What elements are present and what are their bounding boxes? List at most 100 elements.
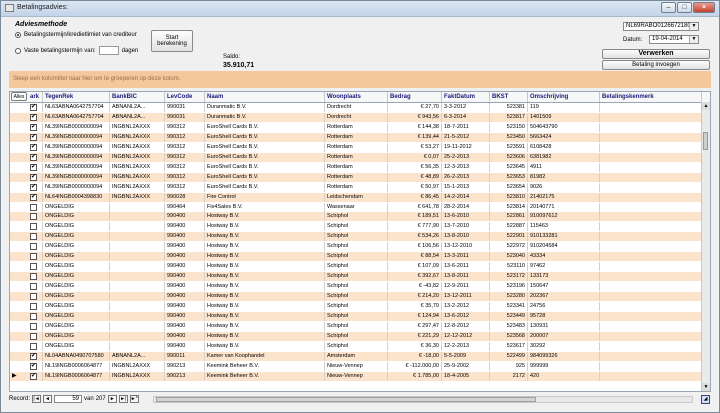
cell-lev[interactable]: 990312 [165, 172, 205, 182]
cell-bic[interactable]: INGBNL2AXXX [110, 172, 165, 182]
mark-checkbox[interactable] [30, 312, 37, 320]
cell-naam[interactable]: EuroShell Cards B.V. [205, 122, 325, 132]
start-berekening-button[interactable]: Start berekening [151, 30, 193, 52]
cell-bedrag[interactable]: € 53,27 [388, 142, 442, 152]
cell-naam[interactable]: Hostway B.V. [205, 232, 325, 242]
cell-tegenrek[interactable]: NL39INGB0000000094 [43, 142, 110, 152]
cell-tegenrek[interactable]: ONGELDIG [43, 222, 110, 232]
cell-kenmerk[interactable] [600, 112, 702, 122]
cell-datum[interactable]: 12-3-2013 [442, 162, 490, 172]
cell-bedrag[interactable]: € 777,90 [388, 222, 442, 232]
cell-omschr[interactable]: 115463 [528, 222, 600, 232]
table-row[interactable]: ✔ NL39INGB0000000094 INGBNL2AXXX 990312 Euro… [10, 182, 702, 192]
cell-plaats[interactable]: Wassenaar [325, 202, 388, 212]
cell-bic[interactable] [110, 252, 165, 262]
betaling-invoegen-button[interactable]: Betaling invoegen [602, 60, 710, 70]
cell-tegenrek[interactable]: NL63ABNA0642757704 [43, 112, 110, 122]
cell-bedrag[interactable]: € 86,45 [388, 192, 442, 202]
cell-bkst[interactable]: 523617 [490, 341, 528, 351]
cell-datum[interactable]: 18-4-2005 [442, 371, 490, 381]
column-header-levcode[interactable]: LevCode [165, 92, 205, 102]
cell-naam[interactable]: Hostway B.V. [205, 212, 325, 222]
table-row[interactable]: ONGELDIG 990400 Hostway B.V. Schiphol € 534,… [10, 232, 702, 242]
cell-omschr[interactable]: 130931 [528, 321, 600, 331]
cell-plaats[interactable]: Schiphol [325, 262, 388, 272]
cell-omschr[interactable]: 6381982 [528, 152, 600, 162]
cell-bic[interactable] [110, 341, 165, 351]
cell-plaats[interactable]: Schiphol [325, 321, 388, 331]
cell-bic[interactable]: INGBNL2AXXX [110, 182, 165, 192]
cell-bkst[interactable]: 523483 [490, 321, 528, 331]
column-header-faktdatum[interactable]: FaktDatum [442, 92, 490, 102]
cell-lev[interactable]: 990213 [165, 371, 205, 381]
mark-checkbox[interactable]: ✔ [30, 193, 37, 201]
last-record-button[interactable]: ►| [118, 395, 128, 403]
cell-bedrag[interactable]: € 392,67 [388, 272, 442, 282]
cell-datum[interactable]: 13-3-2011 [442, 252, 490, 262]
mark-checkbox[interactable]: ✔ [30, 362, 37, 370]
cell-omschr[interactable]: 420 [528, 371, 600, 381]
mark-checkbox[interactable]: ✔ [30, 372, 37, 380]
cell-naam[interactable]: Hostway B.V. [205, 331, 325, 341]
cell-bkst[interactable]: 523450 [490, 132, 528, 142]
cell-kenmerk[interactable] [600, 321, 702, 331]
cell-naam[interactable]: Hostway B.V. [205, 242, 325, 252]
cell-bedrag[interactable]: € 27,70 [388, 103, 442, 112]
cell-bic[interactable]: INGBNL2AXXX [110, 192, 165, 202]
cell-tegenrek[interactable]: NL39INGB0000000094 [43, 132, 110, 142]
radio-option-termijn[interactable]: Betalingstermijn/kredietlimiet van credi… [15, 32, 137, 38]
prev-record-button[interactable]: ◄ [43, 395, 53, 403]
column-header-bankbic[interactable]: BankBIC [110, 92, 165, 102]
cell-naam[interactable]: EuroShell Cards B.V. [205, 172, 325, 182]
cell-tegenrek[interactable]: ONGELDIG [43, 262, 110, 272]
cell-lev[interactable]: 990400 [165, 331, 205, 341]
cell-tegenrek[interactable]: ONGELDIG [43, 282, 110, 292]
cell-naam[interactable]: Hostway B.V. [205, 302, 325, 311]
cell-bedrag[interactable]: € 106,56 [388, 242, 442, 252]
column-header-bedrag[interactable]: Bedrag [388, 92, 442, 102]
cell-bkst[interactable]: 523591 [490, 142, 528, 152]
cell-tegenrek[interactable]: ONGELDIG [43, 321, 110, 331]
cell-plaats[interactable]: Schiphol [325, 232, 388, 242]
table-row[interactable]: ✔ NL39INGB0000000094 INGBNL2AXXX 990312 Euro… [10, 152, 702, 162]
table-row[interactable]: ONGELDIG 990400 Hostway B.V. Schiphol € 777,… [10, 222, 702, 232]
table-row[interactable]: ONGELDIG 990400 Hostway B.V. Schiphol € 214,… [10, 292, 702, 302]
cell-bic[interactable] [110, 302, 165, 311]
current-record-input[interactable]: 59 [54, 395, 83, 403]
cell-bic[interactable]: INGBNL2AXXX [110, 371, 165, 381]
mark-checkbox[interactable] [30, 303, 37, 310]
column-header-naam[interactable]: Naam [205, 92, 325, 102]
cell-naam[interactable]: Hostway B.V. [205, 282, 325, 292]
cell-plaats[interactable]: Schiphol [325, 302, 388, 311]
cell-kenmerk[interactable] [600, 272, 702, 282]
cell-bkst[interactable]: 523653 [490, 172, 528, 182]
cell-omschr[interactable]: 504643790 [528, 122, 600, 132]
table-row[interactable]: ONGELDIG 990400 Hostway B.V. Schiphol € 106,… [10, 242, 702, 252]
cell-bedrag[interactable]: € 144,38 [388, 122, 442, 132]
cell-omschr[interactable]: 24756 [528, 302, 600, 311]
cell-datum[interactable]: 12-8-2012 [442, 321, 490, 331]
cell-lev[interactable]: 990464 [165, 202, 205, 212]
new-record-button[interactable]: ►* [129, 395, 139, 403]
cell-lev[interactable]: 990400 [165, 212, 205, 222]
mark-checkbox[interactable] [30, 283, 37, 291]
cell-bkst[interactable]: 523110 [490, 262, 528, 272]
cell-bkst[interactable]: 523150 [490, 122, 528, 132]
cell-kenmerk[interactable] [600, 302, 702, 311]
cell-bic[interactable]: INGBNL2AXXX [110, 142, 165, 152]
cell-bkst[interactable]: 523040 [490, 252, 528, 262]
cell-lev[interactable]: 990400 [165, 282, 205, 292]
cell-bedrag[interactable]: € 139,44 [388, 132, 442, 142]
cell-tegenrek[interactable]: ONGELDIG [43, 331, 110, 341]
minimize-button[interactable]: – [661, 2, 676, 13]
vertical-scrollbar[interactable]: ▲ ▼ [701, 102, 710, 391]
cell-kenmerk[interactable] [600, 202, 702, 212]
cell-bic[interactable]: INGBNL2AXXX [110, 361, 165, 371]
cell-omschr[interactable]: 133173 [528, 272, 600, 282]
cell-tegenrek[interactable]: ONGELDIG [43, 232, 110, 242]
cell-tegenrek[interactable]: NL39INGB0000000094 [43, 182, 110, 192]
cell-bkst[interactable]: 523817 [490, 112, 528, 122]
cell-tegenrek[interactable]: ONGELDIG [43, 242, 110, 252]
cell-naam[interactable]: Hostway B.V. [205, 272, 325, 282]
table-row[interactable]: ONGELDIG 990400 Hostway B.V. Schiphol € 88,5… [10, 252, 702, 262]
